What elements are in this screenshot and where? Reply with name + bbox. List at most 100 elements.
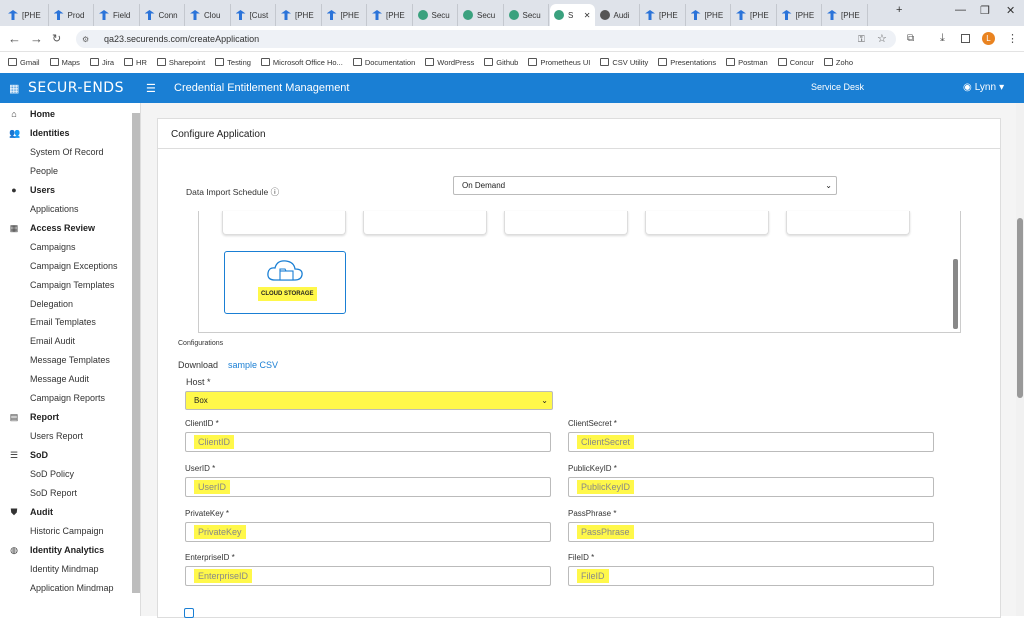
new-tab-icon[interactable]: +	[896, 4, 902, 16]
connector-tile[interactable]	[786, 211, 910, 235]
connector-tile[interactable]	[222, 211, 346, 235]
sidebar-item[interactable]: Audit	[30, 507, 53, 517]
browser-tab[interactable]: Prod	[50, 4, 94, 26]
sidebar-item[interactable]: Identities	[30, 128, 70, 138]
restore-icon[interactable]: ❐	[980, 4, 990, 17]
url-input[interactable]: qa23.securends.com/createApplication	[76, 30, 896, 48]
sidebar-item[interactable]: SoD Policy	[30, 469, 74, 479]
text-field[interactable]: PassPhrase	[568, 522, 934, 542]
forward-icon[interactable]: →	[30, 31, 43, 46]
sidebar-item[interactable]: Campaign Exceptions	[30, 261, 118, 271]
sidebar-item[interactable]: Application Mindmap	[30, 583, 114, 593]
close-tab-icon[interactable]: ✕	[584, 11, 591, 20]
sidebar-item[interactable]: Identity Analytics	[30, 545, 104, 555]
browser-tab[interactable]: Secu	[414, 4, 458, 26]
browser-tab[interactable]: [PHE	[687, 4, 731, 26]
sidebar-item[interactable]: SoD	[30, 450, 48, 460]
browser-tab[interactable]: Audi	[596, 4, 640, 26]
connector-scrollbar[interactable]	[953, 259, 958, 329]
sidebar-item[interactable]: Campaign Templates	[30, 280, 114, 290]
bookmark-item[interactable]: Postman	[726, 58, 768, 67]
browser-tab[interactable]: Conn	[141, 4, 185, 26]
browser-tab[interactable]: Secu	[459, 4, 504, 26]
apps-grid-icon[interactable]: ▦	[9, 82, 19, 95]
checkbox[interactable]	[184, 608, 194, 618]
sidebar-item[interactable]: Email Audit	[30, 336, 75, 346]
bookmark-item[interactable]: Prometheus UI	[528, 58, 590, 67]
close-window-icon[interactable]: ✕	[1006, 4, 1015, 17]
sidebar-item[interactable]: Report	[30, 412, 59, 422]
bookmark-item[interactable]: Concur	[777, 58, 814, 67]
service-desk-link[interactable]: Service Desk	[811, 82, 864, 92]
site-info-icon[interactable]: ⚙	[82, 35, 89, 44]
sidebar-item[interactable]: Historic Campaign	[30, 526, 104, 536]
app-logo[interactable]: SECUR-ENDS	[28, 80, 124, 96]
bookmark-item[interactable]: HR	[124, 58, 147, 67]
sidebar-item[interactable]: Applications	[30, 204, 79, 214]
text-field[interactable]: ClientSecret	[568, 432, 934, 452]
sidebar-scrollbar[interactable]	[132, 113, 140, 593]
sidebar-item[interactable]: Campaigns	[30, 242, 76, 252]
browser-tab[interactable]: Clou	[186, 4, 231, 26]
text-field[interactable]: FileID	[568, 566, 934, 586]
bookmark-item[interactable]: Documentation	[352, 58, 415, 67]
key-icon[interactable]: ⚿	[858, 34, 865, 45]
sidebar-item[interactable]: Delegation	[30, 299, 73, 309]
sidebar-item[interactable]: Email Templates	[30, 317, 96, 327]
connector-tile[interactable]	[645, 211, 769, 235]
sidebar-item[interactable]: People	[30, 166, 58, 176]
bookmark-item[interactable]: Github	[484, 58, 518, 67]
browser-tab[interactable]: [PHE	[323, 4, 367, 26]
browser-tab[interactable]: [PHE	[641, 4, 686, 26]
bookmark-item[interactable]: Testing	[215, 58, 251, 67]
hamburger-icon[interactable]: ☰	[146, 82, 156, 95]
sidebar-item[interactable]: Users	[30, 185, 55, 195]
bookmark-item[interactable]: WordPress	[425, 58, 474, 67]
browser-tab[interactable]: [PHE	[778, 4, 822, 26]
download-icon[interactable]: ⤓	[940, 32, 945, 45]
sidebar-item[interactable]: SoD Report	[30, 488, 77, 498]
sample-csv-link[interactable]: sample CSV	[228, 360, 278, 370]
sidebar-item[interactable]: Identity Mindmap	[30, 564, 99, 574]
star-icon[interactable]: ☆	[877, 32, 887, 45]
browser-tab[interactable]: [PHE	[277, 4, 322, 26]
bookmark-item[interactable]: Microsoft Office Ho...	[260, 58, 343, 67]
sidebar-item[interactable]: Campaign Reports	[30, 393, 105, 403]
browser-tab[interactable]: [Cust	[232, 4, 276, 26]
bookmark-item[interactable]: Gmail	[8, 58, 40, 67]
cloud-storage-tile[interactable]: CLOUD STORAGE	[224, 251, 346, 314]
bookmark-item[interactable]: Sharepoint	[156, 58, 205, 67]
text-field[interactable]: PublicKeyID	[568, 477, 934, 497]
bookmark-item[interactable]: CSV Utility	[600, 58, 648, 67]
browser-tab[interactable]: [PHE	[823, 4, 868, 26]
sidebar-item[interactable]: Home	[30, 109, 55, 119]
browser-tab[interactable]: [PHE	[368, 4, 413, 26]
profile-avatar[interactable]: L	[982, 32, 995, 45]
back-icon[interactable]: ←	[8, 31, 21, 46]
extensions-icon[interactable]: ⧉	[907, 33, 914, 44]
text-field[interactable]: ClientID	[185, 432, 551, 452]
bookmark-item[interactable]: Jira	[89, 58, 114, 67]
bookmark-item[interactable]: Presentations	[658, 58, 716, 67]
connector-tile[interactable]	[363, 211, 487, 235]
text-field[interactable]: PrivateKey	[185, 522, 551, 542]
sidebar-item[interactable]: Access Review	[30, 223, 95, 233]
page-scrollbar-thumb[interactable]	[1017, 218, 1023, 398]
sidebar-item[interactable]: Message Audit	[30, 374, 89, 384]
browser-tab[interactable]: [PHE	[732, 4, 777, 26]
browser-tab[interactable]: Secu	[505, 4, 549, 26]
text-field[interactable]: EnterpriseID	[185, 566, 551, 586]
sidebar-item[interactable]: Message Templates	[30, 355, 110, 365]
sidebar-item[interactable]: Users Report	[30, 431, 83, 441]
user-menu[interactable]: ◉ Lynn ▾	[963, 82, 1004, 93]
sidepanel-icon[interactable]	[961, 34, 970, 43]
browser-tab[interactable]: Field	[95, 4, 140, 26]
browser-tab[interactable]: S ✕	[550, 4, 595, 26]
text-field[interactable]: UserID	[185, 477, 551, 497]
import-schedule-select[interactable]: On Demand ⌄	[453, 176, 837, 195]
connector-tile[interactable]	[504, 211, 628, 235]
host-select[interactable]: Box ⌄	[185, 391, 553, 410]
minimize-icon[interactable]: —	[955, 4, 966, 16]
bookmark-item[interactable]: Maps	[49, 58, 80, 67]
reload-icon[interactable]: ↻	[52, 32, 61, 45]
